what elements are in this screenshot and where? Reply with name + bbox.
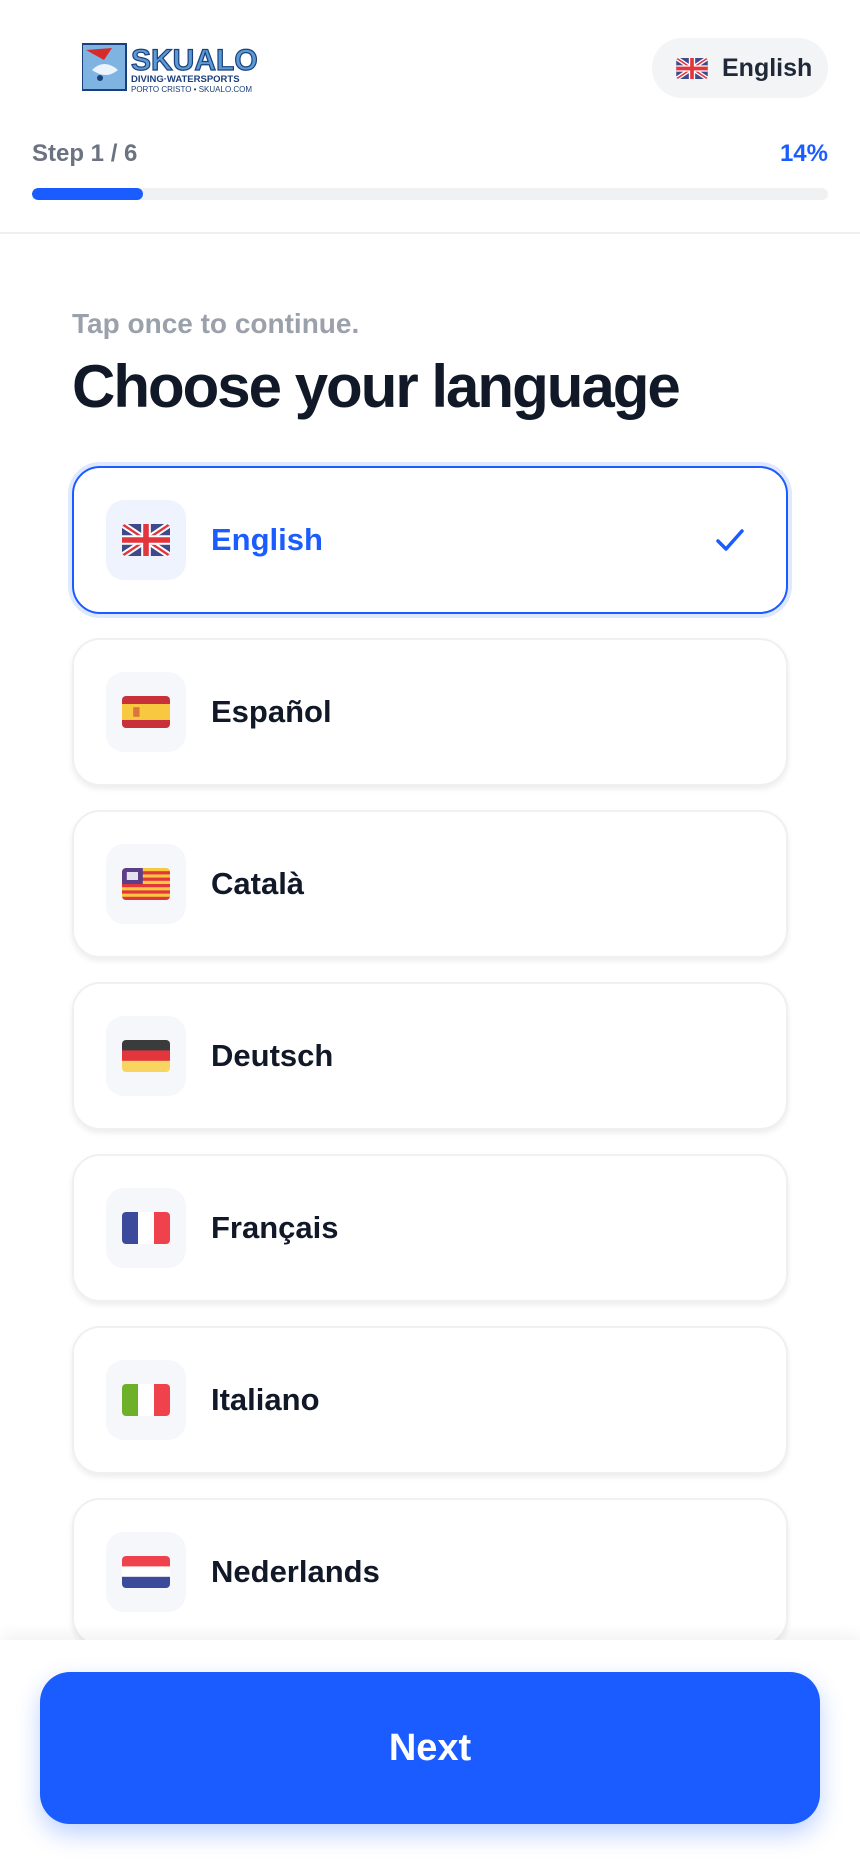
flag-container — [106, 1360, 186, 1440]
next-button[interactable]: Next — [40, 1672, 820, 1824]
footer: Next — [0, 1640, 860, 1864]
flag-container — [106, 672, 186, 752]
language-option-label: Español — [211, 694, 332, 729]
germany-flag-icon — [122, 1040, 170, 1072]
svg-text:PORTO CRISTO • SKUALO.COM: PORTO CRISTO • SKUALO.COM — [131, 85, 252, 94]
progress-bar — [32, 188, 828, 200]
flag-container — [106, 1016, 186, 1096]
language-option-label: English — [211, 522, 323, 557]
language-switcher-button[interactable]: English — [652, 38, 828, 98]
flag-container — [106, 844, 186, 924]
language-selection-screen: SKUALO DIVING·WATERSPORTS PORTO CRISTO •… — [0, 0, 860, 1864]
language-option-nederlands[interactable]: Nederlands — [72, 1498, 788, 1646]
language-switcher-label: English — [722, 53, 813, 82]
language-option-english[interactable]: English — [72, 466, 788, 614]
uk-flag-icon — [122, 524, 170, 556]
language-option-francais[interactable]: Français — [72, 1154, 788, 1302]
step-indicator: Step 1 / 6 — [32, 140, 138, 167]
france-flag-icon — [122, 1212, 170, 1244]
language-list: English Español Català Deutsch Français … — [72, 466, 788, 1670]
flag-container — [106, 1188, 186, 1268]
flag-container — [106, 500, 186, 580]
language-option-deutsch[interactable]: Deutsch — [72, 982, 788, 1130]
language-option-espanol[interactable]: Español — [72, 638, 788, 786]
svg-text:DIVING·WATERSPORTS: DIVING·WATERSPORTS — [131, 74, 240, 85]
language-option-catala[interactable]: Català — [72, 810, 788, 958]
checkmark-icon — [716, 529, 744, 551]
language-option-label: Català — [211, 866, 305, 901]
flag-container — [106, 1532, 186, 1612]
svg-text:SKUALO: SKUALO — [131, 44, 258, 77]
spain-flag-icon — [122, 696, 170, 728]
page-title: Choose your language — [72, 353, 681, 420]
language-option-label: Nederlands — [211, 1554, 380, 1589]
netherlands-flag-icon — [122, 1556, 170, 1588]
header: SKUALO DIVING·WATERSPORTS PORTO CRISTO •… — [0, 0, 860, 234]
uk-flag-icon — [676, 57, 708, 79]
language-option-label: Français — [211, 1210, 339, 1245]
italy-flag-icon — [122, 1384, 170, 1416]
progress-bar-fill — [32, 188, 144, 200]
skualo-logo: SKUALO DIVING·WATERSPORTS PORTO CRISTO •… — [82, 43, 258, 94]
language-option-label: Italiano — [211, 1382, 320, 1417]
progress-percent: 14% — [779, 140, 828, 167]
language-option-label: Deutsch — [211, 1038, 334, 1073]
instruction-text: Tap once to continue. — [72, 308, 360, 339]
language-option-italiano[interactable]: Italiano — [72, 1326, 788, 1474]
catalonia-flag-icon — [122, 868, 170, 900]
